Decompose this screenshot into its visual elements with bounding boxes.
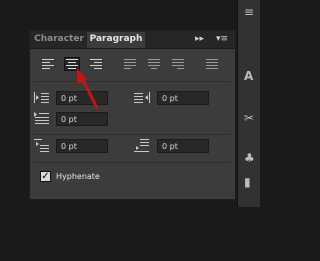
justify-last-left-icon: [124, 59, 136, 69]
space-before-icon: [34, 139, 49, 152]
justify-last-center-button[interactable]: [146, 57, 162, 71]
justify-all-button[interactable]: [204, 57, 220, 71]
indent-left-input[interactable]: 0 pt: [56, 91, 108, 105]
align-left-button[interactable]: [40, 57, 56, 71]
ruler-icon[interactable]: ≡: [244, 6, 254, 18]
hyphenate-label: Hyphenate: [56, 172, 100, 181]
stamp-icon[interactable]: ▮: [244, 176, 251, 188]
divider: [34, 134, 231, 135]
indent-first-line-icon: [34, 112, 49, 124]
align-right-button[interactable]: [88, 57, 104, 71]
indent-first-line-input[interactable]: 0 pt: [56, 112, 108, 126]
scissors-icon[interactable]: ✂: [244, 112, 254, 124]
tab-character[interactable]: Character: [32, 32, 86, 48]
panel-tab-bar: Character Paragraph ▸▸ ▾≡: [30, 31, 235, 49]
justify-last-left-button[interactable]: [122, 57, 138, 71]
divider: [34, 81, 231, 82]
space-after-icon: [134, 139, 149, 152]
align-center-button[interactable]: [64, 57, 80, 71]
justify-all-icon: [206, 59, 218, 69]
align-right-icon: [90, 59, 102, 69]
divider: [34, 162, 231, 163]
panel-menu-icon[interactable]: ▾≡: [216, 32, 228, 47]
right-toolbar: ≡ A ✂ ♣ ▮: [237, 0, 260, 207]
justify-last-right-button[interactable]: [170, 57, 186, 71]
justify-last-center-icon: [148, 59, 160, 69]
paragraph-panel: Character Paragraph ▸▸ ▾≡ 0 pt 0 pt 0 pt…: [29, 30, 236, 200]
tab-paragraph[interactable]: Paragraph: [87, 32, 145, 48]
collapse-icon[interactable]: ▸▸: [195, 32, 204, 47]
indent-right-icon: [134, 92, 150, 103]
indent-right-input[interactable]: 0 pt: [157, 91, 209, 105]
justify-last-right-icon: [172, 59, 184, 69]
hyphenate-checkbox[interactable]: ✓: [40, 171, 51, 182]
align-left-icon: [42, 59, 54, 69]
align-center-icon: [66, 59, 78, 69]
character-a-icon[interactable]: A: [244, 70, 253, 82]
brush-icon[interactable]: ♣: [244, 152, 255, 164]
space-before-input[interactable]: 0 pt: [56, 139, 108, 153]
indent-left-icon: [34, 92, 49, 103]
space-after-input[interactable]: 0 pt: [157, 139, 209, 153]
